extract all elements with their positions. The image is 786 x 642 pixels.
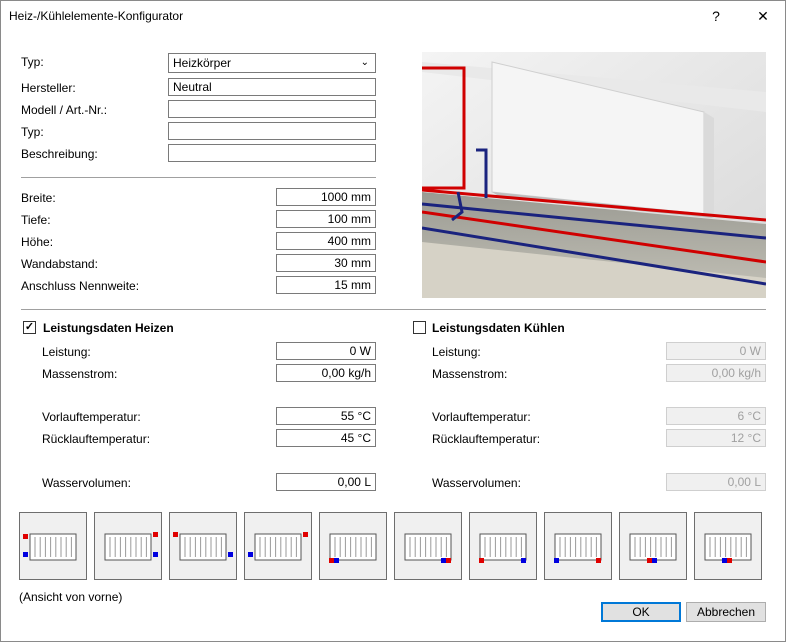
radiator-icon [554, 533, 602, 563]
return-connection-marker [334, 558, 339, 563]
modell-field[interactable] [168, 100, 376, 118]
kuehlen-vorlauf-label: Vorlauftemperatur: [432, 410, 531, 424]
breite-field[interactable]: 1000 mm [276, 188, 376, 206]
return-connection-marker [652, 558, 657, 563]
typ2-field[interactable] [168, 122, 376, 140]
anschluss-label: Anschluss Nennweite: [21, 279, 140, 293]
supply-connection-marker [479, 558, 484, 563]
supply-connection-marker [303, 532, 308, 537]
kuehlen-massenstrom-label: Massenstrom: [432, 367, 508, 381]
kuehlen-leistung-field: 0 W [666, 342, 766, 360]
kuehlen-massenstrom-field: 0,00 kg/h [666, 364, 766, 382]
heizen-ruecklauf-label: Rücklauftemperatur: [42, 432, 151, 446]
tiefe-field[interactable]: 100 mm [276, 210, 376, 228]
return-connection-marker [521, 558, 526, 563]
help-button[interactable]: ? [701, 5, 731, 27]
radiator-icon [104, 532, 158, 561]
return-connection-marker [228, 552, 233, 557]
supply-connection-marker [647, 558, 652, 563]
heizen-title: Leistungsdaten Heizen [43, 321, 174, 335]
heizen-wasser-label: Wasservolumen: [42, 476, 131, 490]
radiator-icon [173, 532, 233, 561]
heizen-leistung-label: Leistung: [42, 345, 91, 359]
supply-connection-marker [727, 558, 732, 563]
connection-variant-5[interactable] [319, 512, 387, 580]
heizen-ruecklauf-field[interactable]: 45 °C [276, 429, 376, 447]
return-connection-marker [554, 558, 559, 563]
tiefe-label: Tiefe: [21, 213, 51, 227]
heizen-massenstrom-field[interactable]: 0,00 kg/h [276, 364, 376, 382]
radiator-icon [629, 533, 677, 563]
connection-variant-9[interactable] [619, 512, 687, 580]
radiator-icon [404, 533, 452, 563]
kuehlen-checkbox[interactable] [413, 321, 426, 334]
anschluss-field[interactable]: 15 mm [276, 276, 376, 294]
wandabstand-label: Wandabstand: [21, 257, 98, 271]
hoehe-field[interactable]: 400 mm [276, 232, 376, 250]
radiator-icon [329, 533, 377, 563]
typ-select-value: Heizkörper [173, 56, 232, 70]
kuehlen-wasser-field: 0,00 L [666, 473, 766, 491]
heizen-vorlauf-label: Vorlauftemperatur: [42, 410, 141, 424]
dialog-window: Heiz-/Kühlelemente-Konfigurator ? ✕ Typ:… [0, 0, 786, 642]
supply-connection-marker [173, 532, 178, 537]
supply-connection-marker [23, 534, 28, 539]
close-button[interactable]: ✕ [748, 5, 778, 27]
supply-connection-marker [153, 532, 158, 537]
return-connection-marker [441, 558, 446, 563]
ok-button[interactable]: OK [601, 602, 681, 622]
beschreibung-label: Beschreibung: [21, 147, 98, 161]
cancel-button[interactable]: Abbrechen [686, 602, 766, 622]
radiator-preview-image [422, 52, 766, 298]
connection-variant-10[interactable] [694, 512, 762, 580]
kuehlen-ruecklauf-field: 12 °C [666, 429, 766, 447]
wandabstand-field[interactable]: 30 mm [276, 254, 376, 272]
typ2-label: Typ: [21, 125, 44, 139]
chevron-down-icon: ⌄ [360, 57, 369, 68]
divider [21, 309, 766, 310]
radiator-icon [479, 533, 527, 563]
supply-connection-marker [446, 558, 451, 563]
connection-variant-1[interactable] [19, 512, 87, 580]
supply-connection-marker [329, 558, 334, 563]
return-connection-marker [23, 552, 28, 557]
radiator-icon [248, 532, 308, 561]
radiator-icon [704, 533, 752, 563]
connection-variant-6[interactable] [394, 512, 462, 580]
heizen-wasser-field[interactable]: 0,00 L [276, 473, 376, 491]
connection-variant-8[interactable] [544, 512, 612, 580]
heizen-massenstrom-label: Massenstrom: [42, 367, 118, 381]
kuehlen-vorlauf-field: 6 °C [666, 407, 766, 425]
connection-variant-4[interactable] [244, 512, 312, 580]
kuehlen-ruecklauf-label: Rücklauftemperatur: [432, 432, 541, 446]
hersteller-label: Hersteller: [21, 81, 76, 95]
hoehe-label: Höhe: [21, 235, 54, 249]
heizen-vorlauf-field[interactable]: 55 °C [276, 407, 376, 425]
return-connection-marker [153, 552, 158, 557]
kuehlen-title: Leistungsdaten Kühlen [432, 321, 565, 335]
typ-select[interactable]: Heizkörper ⌄ [168, 53, 376, 73]
kuehlen-leistung-label: Leistung: [432, 345, 481, 359]
modell-label: Modell / Art.-Nr.: [21, 103, 108, 117]
beschreibung-field[interactable] [168, 144, 376, 162]
breite-label: Breite: [21, 191, 56, 205]
return-connection-marker [722, 558, 727, 563]
return-connection-marker [248, 552, 253, 557]
heizen-leistung-field[interactable]: 0 W [276, 342, 376, 360]
connection-variant-2[interactable] [94, 512, 162, 580]
supply-connection-marker [596, 558, 601, 563]
window-title: Heiz-/Kühlelemente-Konfigurator [9, 9, 184, 23]
hersteller-field[interactable]: Neutral [168, 78, 376, 96]
typ-label: Typ: [21, 55, 44, 69]
view-caption: (Ansicht von vorne) [19, 590, 123, 604]
connection-variant-3[interactable] [169, 512, 237, 580]
divider [21, 177, 376, 178]
kuehlen-wasser-label: Wasservolumen: [432, 476, 521, 490]
heizen-checkbox[interactable]: ✓ [23, 321, 36, 334]
connection-variant-7[interactable] [469, 512, 537, 580]
title-bar: Heiz-/Kühlelemente-Konfigurator ? ✕ [1, 1, 785, 32]
radiator-icon [23, 533, 77, 561]
